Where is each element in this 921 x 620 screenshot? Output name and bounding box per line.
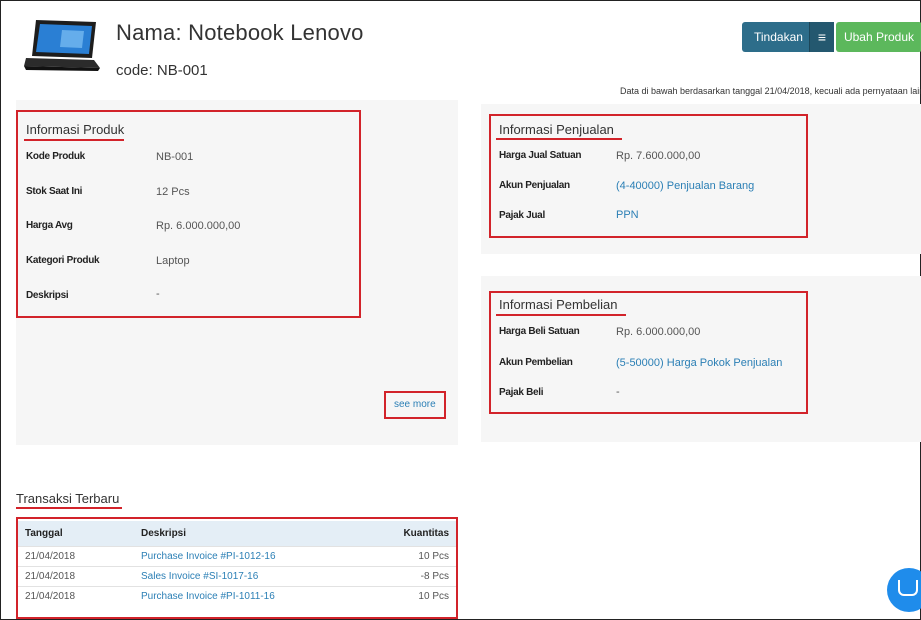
product-code: code: NB-001	[116, 62, 208, 79]
label-kategori: Kategori Produk	[26, 255, 100, 266]
label-akun-pembelian: Akun Pembelian	[499, 357, 573, 368]
see-more-link[interactable]: see more	[394, 399, 436, 410]
tindakan-button[interactable]: Tindakan ≡	[742, 22, 834, 52]
label-stok: Stok Saat Ini	[26, 186, 83, 197]
label-harga-avg: Harga Avg	[26, 220, 73, 231]
menu-icon[interactable]: ≡	[809, 22, 834, 52]
label-harga-jual: Harga Jual Satuan	[499, 150, 582, 161]
chat-icon	[898, 580, 918, 596]
label-akun-penjualan: Akun Penjualan	[499, 180, 570, 191]
value-harga-jual: Rp. 7.600.000,00	[616, 150, 701, 162]
akun-penjualan-link[interactable]: (4-40000) Penjualan Barang	[616, 180, 754, 192]
ubah-produk-button[interactable]: Ubah Produk	[836, 22, 921, 52]
informasi-penjualan-underline	[496, 138, 622, 140]
transaksi-underline	[16, 507, 122, 509]
label-harga-beli: Harga Beli Satuan	[499, 326, 580, 337]
value-deskripsi: -	[156, 288, 160, 300]
product-name-title: Nama: Notebook Lenovo	[116, 20, 364, 45]
laptop-product-image	[24, 20, 100, 71]
informasi-produk-box	[16, 110, 361, 318]
informasi-produk-title: Informasi Produk	[26, 122, 125, 137]
label-pajak-beli: Pajak Beli	[499, 387, 544, 398]
transaksi-box	[16, 517, 458, 619]
tindakan-label: Tindakan	[754, 30, 803, 44]
transaksi-terbaru-title: Transaksi Terbaru	[16, 491, 120, 506]
akun-pembelian-link[interactable]: (5-50000) Harga Pokok Penjualan	[616, 357, 782, 369]
informasi-pembelian-title: Informasi Pembelian	[499, 297, 618, 312]
informasi-produk-underline	[24, 139, 124, 141]
date-note: Data di bawah berdasarkan tanggal 21/04/…	[620, 86, 921, 96]
label-kode-produk: Kode Produk	[26, 151, 85, 162]
value-harga-beli: Rp. 6.000.000,00	[616, 326, 701, 338]
label-deskripsi: Deskripsi	[26, 290, 69, 301]
label-pajak-jual: Pajak Jual	[499, 210, 545, 221]
value-kode-produk: NB-001	[156, 151, 194, 163]
value-pajak-beli: -	[616, 386, 620, 398]
pajak-jual-link[interactable]: PPN	[616, 209, 639, 221]
value-harga-avg: Rp. 6.000.000,00	[156, 220, 241, 232]
informasi-pembelian-underline	[496, 314, 626, 316]
value-stok: 12 Pcs	[156, 186, 190, 198]
value-kategori: Laptop	[156, 255, 190, 267]
informasi-penjualan-title: Informasi Penjualan	[499, 122, 614, 137]
